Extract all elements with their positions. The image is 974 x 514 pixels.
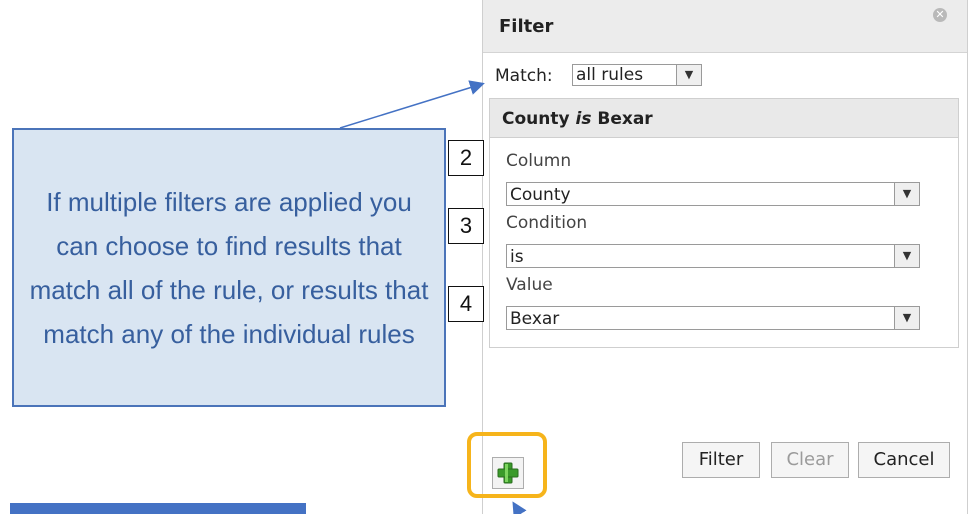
arrow-to-match (339, 80, 485, 129)
arrow-to-add (512, 501, 527, 514)
annotation-arrows (339, 80, 527, 514)
blue-bar (10, 503, 306, 514)
